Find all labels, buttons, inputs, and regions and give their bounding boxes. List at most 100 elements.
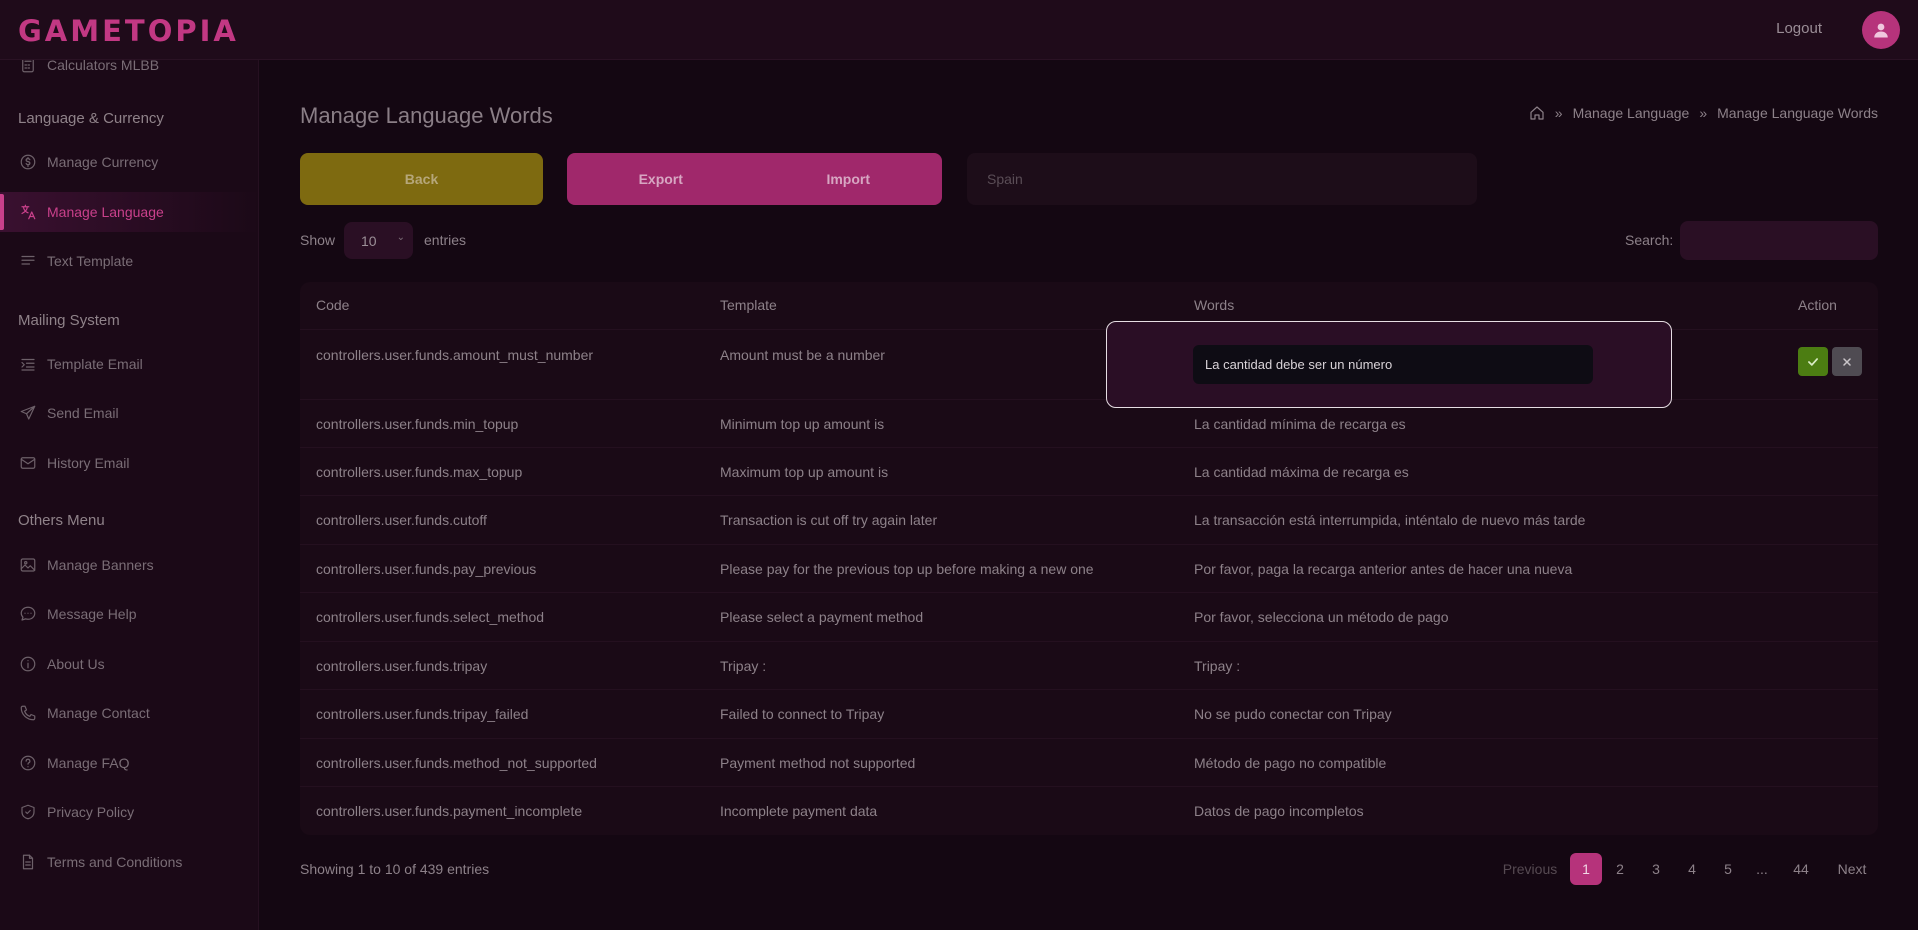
cell-code: controllers.user.funds.select_method [316,609,545,625]
sidebar-item-calculators-mlbb[interactable]: Calculators MLBB [0,60,258,85]
info-icon [19,655,37,673]
page-title: Manage Language Words [300,103,553,128]
sidebar-item-label: Send Email [47,405,119,421]
pagination-ellipsis: ... [1756,861,1768,877]
export-button[interactable]: Export [567,153,755,205]
cell-code: controllers.user.funds.payment_incomplet… [316,803,583,819]
chat-bubble-icon [19,605,37,623]
entries-label: entries [424,232,467,248]
sidebar-item-template-email[interactable]: Template Email [0,344,258,384]
column-header-code[interactable]: Code [316,297,349,313]
pagination-next[interactable]: Next [1830,853,1874,885]
sidebar-item-manage-contact[interactable]: Manage Contact [0,693,258,733]
column-header-template[interactable]: Template [720,297,777,313]
pagination-page-4[interactable]: 4 [1676,853,1708,885]
sidebar-item-label: History Email [47,455,130,471]
show-label: Show [300,232,336,248]
cell-words[interactable]: La transacción está interrumpida, intént… [1194,512,1585,528]
sidebar-item-manage-banners[interactable]: Manage Banners [0,545,258,585]
cell-words[interactable]: La cantidad máxima de recarga es [1194,464,1409,480]
entries-select-value: 10 [361,232,377,249]
cancel-edit-button[interactable] [1832,347,1862,376]
dollar-circle-icon [19,153,37,171]
save-edit-button[interactable] [1798,347,1828,376]
pagination-page-2[interactable]: 2 [1604,853,1636,885]
calculator-icon [19,60,37,74]
translate-icon [19,203,37,221]
cell-template: Payment method not supported [720,755,916,771]
breadcrumb: » Manage Language » Manage Language Word… [1529,105,1878,121]
sidebar-section-title: Others Menu [18,512,105,529]
entries-select[interactable]: 10 ⌄ [344,222,413,259]
cell-code: controllers.user.funds.tripay [316,658,488,674]
cell-code: controllers.user.funds.tripay_failed [316,706,529,722]
user-icon [1874,23,1888,38]
cell-template: Tripay : [720,658,767,674]
language-select[interactable]: Spain [967,153,1477,205]
sidebar: Calculators MLBB Language & Currency Man… [0,60,259,930]
list-indent-icon [19,355,37,373]
cell-words[interactable]: Datos de pago incompletos [1194,803,1364,819]
table-row: controllers.user.funds.method_not_suppor… [300,738,1878,786]
sidebar-item-label: Manage Language [47,204,164,220]
search-input[interactable] [1680,221,1878,260]
mail-icon [19,454,37,472]
cell-code: controllers.user.funds.amount_must_numbe… [316,347,594,363]
words-edit-input[interactable]: La cantidad debe ser un número [1193,345,1593,384]
table-row: controllers.user.funds.pay_previous Plea… [300,544,1878,592]
sidebar-item-label: Manage Banners [47,557,154,573]
pagination-page-3[interactable]: 3 [1640,853,1672,885]
export-import-group: Export Import [567,153,942,205]
help-circle-icon [19,754,37,772]
cell-template: Please pay for the previous top up befor… [720,561,1094,577]
home-icon[interactable] [1529,105,1545,121]
image-icon [19,556,37,574]
sidebar-item-privacy-policy[interactable]: Privacy Policy [0,792,258,832]
sidebar-item-send-email[interactable]: Send Email [0,393,258,433]
sidebar-item-manage-currency[interactable]: Manage Currency [0,142,258,182]
avatar[interactable] [1862,11,1900,49]
sidebar-item-label: Privacy Policy [47,804,135,820]
pagination-page-44[interactable]: 44 [1785,853,1817,885]
sidebar-item-text-template[interactable]: Text Template [0,241,258,281]
sidebar-section-title: Language & Currency [18,110,164,127]
column-header-words[interactable]: Words [1194,297,1234,313]
sidebar-item-about-us[interactable]: About Us [0,644,258,684]
cell-words[interactable]: No se pudo conectar con Tripay [1194,706,1392,722]
table-row: controllers.user.funds.cutoff Transactio… [300,495,1878,544]
shield-check-icon [19,803,37,821]
cell-template: Failed to connect to Tripay [720,706,885,722]
import-button[interactable]: Import [755,153,943,205]
top-bar: GAMETOPIA Logout [0,0,1918,60]
sidebar-item-terms-and-conditions[interactable]: Terms and Conditions [0,842,258,882]
table-row: controllers.user.funds.tripay_failed Fai… [300,689,1878,738]
breadcrumb-separator-icon: » [1554,105,1563,121]
app-logo[interactable]: GAMETOPIA [18,14,239,48]
breadcrumb-separator-icon: » [1699,105,1708,121]
cell-template: Amount must be a number [720,347,885,363]
back-button[interactable]: Back [300,153,543,205]
sidebar-item-message-help[interactable]: Message Help [0,594,258,634]
table-row: controllers.user.funds.tripay Tripay : T… [300,641,1878,689]
sidebar-item-label: Manage Contact [47,705,150,721]
breadcrumb-item-manage-language[interactable]: Manage Language [1573,105,1690,121]
sidebar-item-manage-language[interactable]: Manage Language [0,192,258,232]
pagination-page-1[interactable]: 1 [1570,853,1602,885]
cell-template: Please select a payment method [720,609,924,625]
column-header-action: Action [1798,297,1837,313]
pagination-previous[interactable]: Previous [1498,853,1562,885]
sidebar-item-history-email[interactable]: History Email [0,443,258,483]
cell-code: controllers.user.funds.min_topup [316,416,519,432]
cell-template: Minimum top up amount is [720,416,885,432]
cell-words[interactable]: Por favor, paga la recarga anterior ante… [1194,561,1572,577]
cell-words[interactable]: Método de pago no compatible [1194,755,1386,771]
pagination-page-5[interactable]: 5 [1712,853,1744,885]
cell-words[interactable]: La cantidad mínima de recarga es [1194,416,1406,432]
sidebar-item-manage-faq[interactable]: Manage FAQ [0,743,258,783]
cell-words[interactable]: Por favor, selecciona un método de pago [1194,609,1449,625]
cell-code: controllers.user.funds.max_topup [316,464,523,480]
logout-link[interactable]: Logout [1776,20,1822,37]
cell-words[interactable]: Tripay : [1194,658,1240,674]
cell-template: Maximum top up amount is [720,464,889,480]
sidebar-item-label: Manage FAQ [47,755,130,771]
